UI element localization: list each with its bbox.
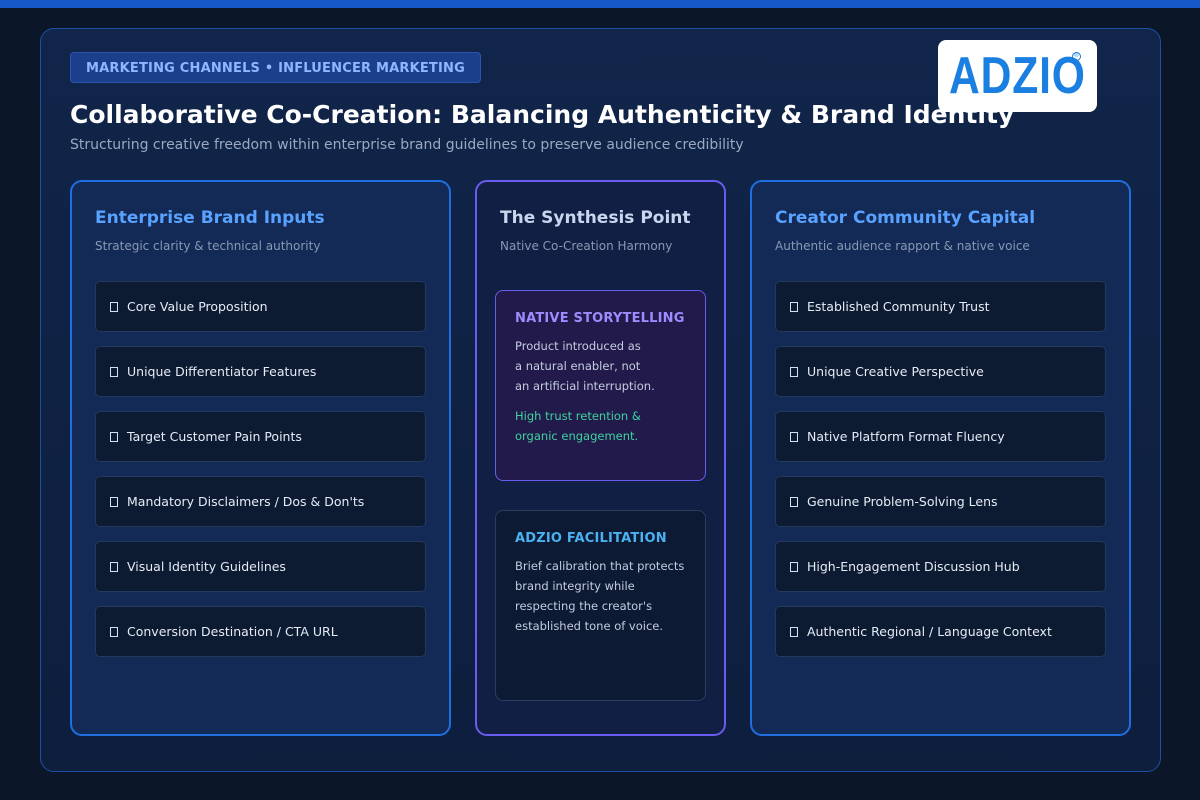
- document-icon: [790, 496, 798, 507]
- list-item: Unique Creative Perspective: [775, 346, 1106, 397]
- column-subtitle: Authentic audience rapport & native voic…: [775, 239, 1030, 253]
- list-item: Native Platform Format Fluency: [775, 411, 1106, 462]
- list-item-label: Unique Creative Perspective: [807, 364, 984, 379]
- column-subtitle: Native Co-Creation Harmony: [500, 239, 673, 253]
- list-item: Established Community Trust: [775, 281, 1106, 332]
- document-icon: [110, 366, 118, 377]
- card-text-line: an artificial interruption.: [515, 379, 655, 393]
- list-item-label: Visual Identity Guidelines: [127, 559, 286, 574]
- card-text-line: established tone of voice.: [515, 619, 664, 633]
- list-item-label: Target Customer Pain Points: [127, 429, 302, 444]
- column-title: Creator Community Capital: [775, 208, 1036, 228]
- list-item-label: Unique Differentiator Features: [127, 364, 317, 379]
- document-icon: [790, 431, 798, 442]
- column-title: Enterprise Brand Inputs: [95, 208, 325, 228]
- logo-wordmark: ADZIO: [949, 47, 1086, 105]
- native-storytelling-card: NATIVE STORYTELLING Product introduced a…: [495, 290, 706, 481]
- category-tag: MARKETING CHANNELS • INFLUENCER MARKETIN…: [70, 52, 481, 83]
- column-enterprise-brand-inputs: Enterprise Brand Inputs Strategic clarit…: [70, 180, 451, 736]
- list-item: Mandatory Disclaimers / Dos & Don'ts: [95, 476, 426, 527]
- card-text-line: respecting the creator's: [515, 599, 653, 613]
- document-icon: [110, 626, 118, 637]
- card-title: NATIVE STORYTELLING: [515, 311, 685, 326]
- list-item: High-Engagement Discussion Hub: [775, 541, 1106, 592]
- list-item-label: Native Platform Format Fluency: [807, 429, 1005, 444]
- card-highlight-line: organic engagement.: [515, 429, 639, 443]
- column-title: The Synthesis Point: [500, 208, 691, 228]
- adzio-facilitation-card: ADZIO FACILITATION Brief calibration tha…: [495, 510, 706, 701]
- card-text-line: brand integrity while: [515, 579, 635, 593]
- list-item-label: Authentic Regional / Language Context: [807, 624, 1052, 639]
- list-item-label: Core Value Proposition: [127, 299, 268, 314]
- document-icon: [790, 366, 798, 377]
- document-icon: [790, 561, 798, 572]
- column-synthesis-point: The Synthesis Point Native Co-Creation H…: [475, 180, 726, 736]
- document-icon: [110, 301, 118, 312]
- document-icon: [110, 431, 118, 442]
- list-item: Core Value Proposition: [95, 281, 426, 332]
- list-item-label: Mandatory Disclaimers / Dos & Don'ts: [127, 494, 365, 509]
- card-title: ADZIO FACILITATION: [515, 531, 667, 546]
- column-creator-community-capital: Creator Community Capital Authentic audi…: [750, 180, 1131, 736]
- list-item: Target Customer Pain Points: [95, 411, 426, 462]
- page-title: Collaborative Co-Creation: Balancing Aut…: [70, 100, 1015, 129]
- card-highlight-line: High trust retention &: [515, 409, 641, 423]
- list-item: Visual Identity Guidelines: [95, 541, 426, 592]
- list-item: Unique Differentiator Features: [95, 346, 426, 397]
- document-icon: [790, 301, 798, 312]
- card-text-line: a natural enabler, not: [515, 359, 641, 373]
- list-item-label: Established Community Trust: [807, 299, 990, 314]
- document-icon: [790, 626, 798, 637]
- list-item-label: Conversion Destination / CTA URL: [127, 624, 338, 639]
- card-text-line: Brief calibration that protects: [515, 559, 685, 573]
- document-icon: [110, 496, 118, 507]
- card-highlight: High trust retention & organic engagemen…: [515, 406, 686, 446]
- column-subtitle: Strategic clarity & technical authority: [95, 239, 321, 253]
- document-icon: [110, 561, 118, 572]
- list-item: Conversion Destination / CTA URL: [95, 606, 426, 657]
- page-subtitle: Structuring creative freedom within ente…: [70, 137, 744, 153]
- list-item: Authentic Regional / Language Context: [775, 606, 1106, 657]
- list-item-label: Genuine Problem-Solving Lens: [807, 494, 998, 509]
- list-item-label: High-Engagement Discussion Hub: [807, 559, 1020, 574]
- card-text-line: Product introduced as: [515, 339, 641, 353]
- registered-mark: ®: [1072, 52, 1081, 61]
- top-accent-strip: [0, 0, 1200, 8]
- list-item: Genuine Problem-Solving Lens: [775, 476, 1106, 527]
